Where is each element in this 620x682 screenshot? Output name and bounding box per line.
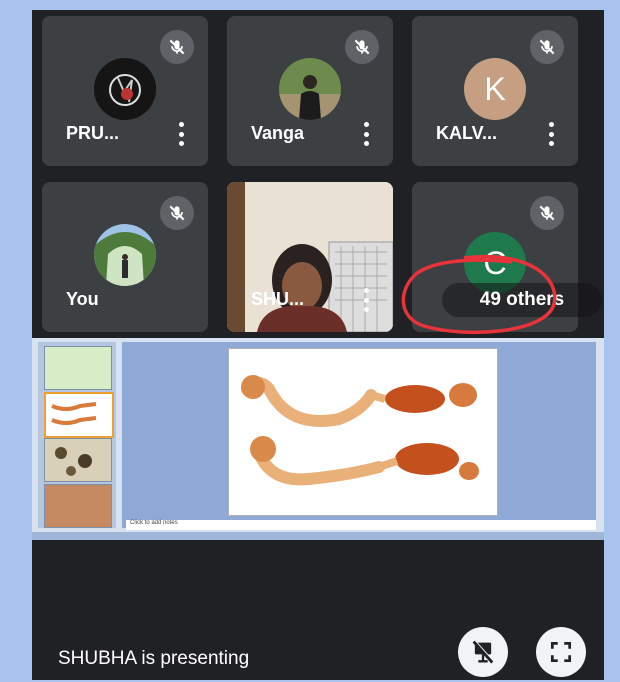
slide-thumbnail (44, 438, 112, 482)
participant-tile[interactable]: You (42, 182, 208, 332)
slide-thumbnail (44, 484, 112, 528)
participant-tile[interactable]: K KALV... (412, 16, 578, 166)
avatar: K (464, 58, 526, 120)
slide-canvas (122, 342, 596, 528)
fullscreen-button[interactable] (536, 627, 586, 677)
more-vert-icon[interactable] (363, 122, 369, 146)
more-vert-icon[interactable] (178, 122, 184, 146)
stop-presenting-button[interactable] (458, 627, 508, 677)
slide-notes[interactable]: Click to add notes (126, 520, 596, 530)
participant-video-tile[interactable]: SHU... (227, 182, 393, 332)
mic-off-icon (530, 196, 564, 230)
mic-off-icon (530, 30, 564, 64)
slide-thumbnail (44, 346, 112, 390)
mic-off-icon (160, 196, 194, 230)
participant-tile[interactable]: Vanga (227, 16, 393, 166)
highlight-circle (401, 254, 557, 334)
participant-name: You (66, 289, 99, 309)
shared-presentation[interactable]: Click to add notes (32, 338, 604, 540)
participant-name: KALV... (436, 123, 498, 143)
mic-off-icon (345, 30, 379, 64)
present-off-icon (472, 640, 495, 664)
mic-off-icon (160, 30, 194, 64)
slide-thumbnails (38, 342, 116, 528)
specimen-image (229, 349, 497, 515)
participant-name: PRU... (66, 123, 120, 143)
current-slide (228, 348, 498, 516)
slide-thumbnail (44, 392, 114, 438)
more-vert-icon[interactable] (548, 122, 554, 146)
avatar (279, 58, 341, 120)
more-vert-icon[interactable] (363, 288, 369, 312)
meeting-window: PRU... Vanga K KALV... You SHU... C 49 o… (32, 10, 604, 680)
participant-tile[interactable]: PRU... (42, 16, 208, 166)
avatar (94, 58, 156, 120)
presenting-status: SHUBHA is presenting (58, 648, 250, 669)
avatar (94, 224, 156, 286)
app-status-bar (32, 532, 604, 540)
fullscreen-icon (550, 641, 572, 663)
participant-name: SHU... (251, 289, 305, 309)
participant-name: Vanga (251, 123, 305, 143)
